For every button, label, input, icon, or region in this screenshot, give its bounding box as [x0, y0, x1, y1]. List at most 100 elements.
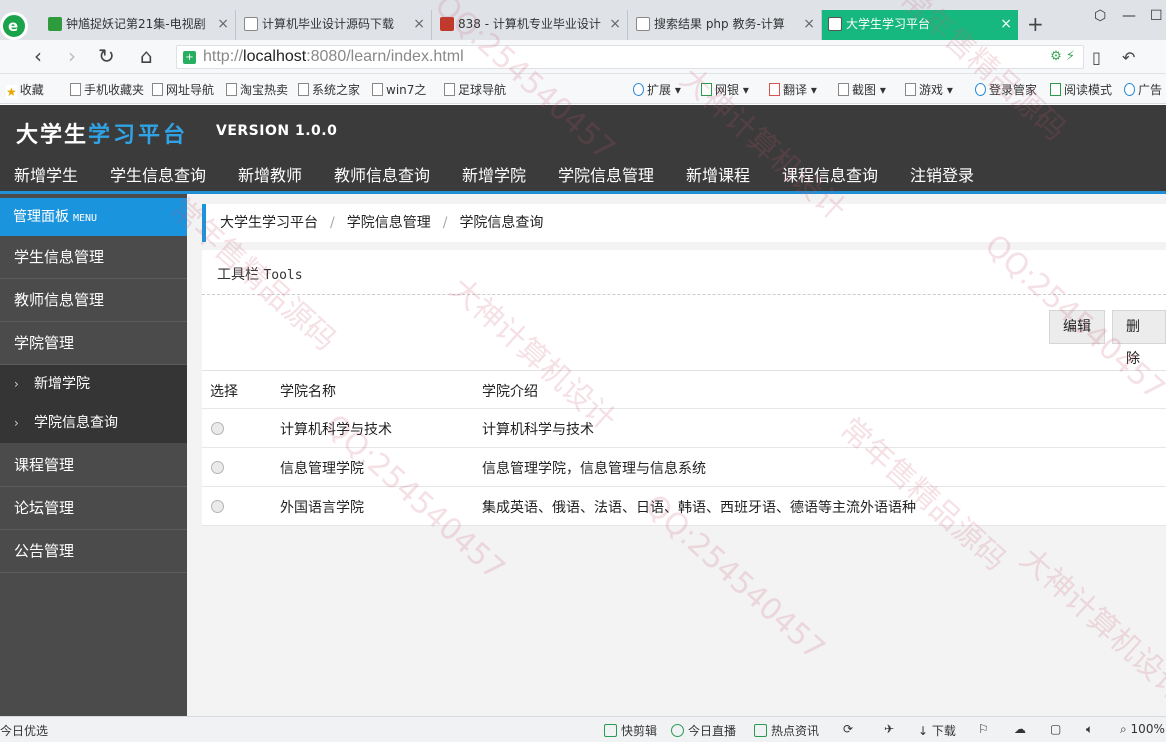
nav-add-teacher[interactable]: 新增教师	[238, 162, 302, 186]
status-cloud-icon[interactable]: ☁	[1014, 722, 1026, 736]
nav-student-query[interactable]: 学生信息查询	[110, 162, 206, 186]
breadcrumb-item[interactable]: 学院信息管理	[347, 215, 431, 231]
toolbar-adblock[interactable]: 广告	[1124, 81, 1162, 98]
tab-close-icon[interactable]: ×	[609, 10, 621, 38]
table-header-row: 选择 学院名称 学院介绍	[202, 370, 1166, 409]
address-bar-row: ‹ › ↻ ⌂ + http://localhost:8080/learn/in…	[0, 40, 1166, 74]
column-header: 学院介绍	[482, 384, 538, 400]
bookmark-item[interactable]: 系统之家	[298, 81, 360, 98]
toolbar-extension[interactable]: 扩展 ▾	[633, 81, 681, 98]
table-row[interactable]: 信息管理学院 信息管理学院，信息管理与信息系统	[202, 448, 1166, 487]
tab-close-icon[interactable]: ×	[413, 10, 425, 38]
toolbar-screenshot[interactable]: 截图 ▾	[838, 81, 886, 98]
column-header: 选择	[210, 384, 238, 400]
secure-icon: +	[183, 51, 196, 64]
tab-close-icon[interactable]: ×	[1000, 10, 1012, 38]
column-header: 学院名称	[280, 384, 336, 400]
undo-icon[interactable]: ↶	[1122, 48, 1135, 67]
back-icon[interactable]: ‹	[34, 46, 42, 66]
toolbar-reader-mode[interactable]: 阅读模式	[1050, 81, 1112, 98]
sidebar-subitem-add-college[interactable]: › 新增学院	[0, 365, 187, 404]
new-tab-button[interactable]: +	[1027, 12, 1044, 36]
bookmark-item[interactable]: ★ 收藏	[6, 81, 44, 99]
college-intro: 计算机科学与技术	[482, 422, 594, 438]
status-clean-icon[interactable]: ✈	[884, 722, 894, 736]
nav-teacher-query[interactable]: 教师信息查询	[334, 162, 430, 186]
scissors-icon	[838, 83, 849, 96]
browser-tab[interactable]: 钟馗捉妖记第21集-电视剧 ×	[42, 10, 236, 40]
refresh-icon[interactable]: ↻	[98, 46, 115, 66]
toolbar-translate[interactable]: 翻译 ▾	[769, 81, 817, 98]
browser-tab-active[interactable]: 大学生学习平台 ×	[822, 10, 1018, 40]
sidebar-subitem-college-query[interactable]: › 学院信息查询	[0, 404, 187, 443]
row-select-radio[interactable]	[211, 422, 224, 435]
nav-logout[interactable]: 注销登录	[910, 162, 974, 186]
college-name: 信息管理学院	[280, 461, 364, 477]
accelerate-icon[interactable]: ⚙ ⚡	[1050, 49, 1075, 64]
bookmark-item[interactable]: 网址导航	[152, 81, 214, 98]
status-zoom[interactable]: ⌕ 100%	[1120, 722, 1165, 737]
delete-button[interactable]: 删除	[1112, 310, 1166, 367]
status-live[interactable]: 今日直播	[671, 722, 736, 739]
status-news[interactable]: 热点资讯	[754, 722, 819, 739]
toolbar-login-manager[interactable]: 登录管家	[975, 81, 1037, 98]
nav-college-manage[interactable]: 学院信息管理	[558, 162, 654, 186]
skin-icon[interactable]: ⬡	[1094, 8, 1106, 24]
sidebar-item-course[interactable]: 课程管理	[0, 444, 187, 487]
sidebar-item-college[interactable]: 学院管理	[0, 322, 187, 365]
star-icon: ★	[6, 85, 17, 99]
sidebar-item-student[interactable]: 学生信息管理	[0, 236, 187, 279]
table-row[interactable]: 计算机科学与技术 计算机科学与技术	[202, 409, 1166, 448]
app-logo[interactable]: 大学生学习平台 VERSION 1.0.0	[16, 117, 337, 148]
tab-close-icon[interactable]: ×	[217, 10, 229, 38]
sidebar-header: 管理面板 MENU	[0, 198, 187, 236]
nav-course-query[interactable]: 课程信息查询	[782, 162, 878, 186]
sidebar-item-notice[interactable]: 公告管理	[0, 530, 187, 573]
tab-close-icon[interactable]: ×	[803, 10, 815, 38]
row-select-radio[interactable]	[211, 461, 224, 474]
browser-tab[interactable]: 搜索结果 php 教务-计算 ×	[630, 10, 822, 40]
nav-add-course[interactable]: 新增课程	[686, 162, 750, 186]
play-icon	[671, 724, 684, 737]
gamepad-icon	[905, 83, 916, 96]
browser-tab[interactable]: 838 - 计算机专业毕业设计 ×	[434, 10, 628, 40]
sidebar-item-forum[interactable]: 论坛管理	[0, 487, 187, 530]
status-quick-edit[interactable]: 快剪辑	[604, 722, 657, 739]
breadcrumb-item[interactable]: 大学生学习平台	[220, 215, 318, 231]
main-content: 大学生学习平台 / 学院信息管理 / 学院信息查询 工具栏 Tools 编辑 删除 选择…	[187, 194, 1166, 716]
status-daily-pick[interactable]: 今日优选	[0, 722, 48, 739]
key-icon	[975, 83, 986, 96]
browser-tab-bar: e 钟馗捉妖记第21集-电视剧 × 计算机毕业设计源码下载 × 838 - 计算…	[0, 0, 1166, 40]
status-refresh-icon[interactable]: ⟳	[843, 722, 853, 736]
page-icon	[226, 83, 237, 96]
grid-icon	[633, 83, 644, 96]
status-flag-icon[interactable]: ⚐	[978, 722, 989, 736]
url-input[interactable]: + http://localhost:8080/learn/index.html…	[176, 45, 1084, 69]
toolbar-games[interactable]: 游戏 ▾	[905, 81, 953, 98]
maximize-icon[interactable]: ☐	[1150, 8, 1163, 24]
minimize-icon[interactable]: —	[1122, 8, 1136, 24]
row-select-radio[interactable]	[211, 500, 224, 513]
sidebar-item-teacher[interactable]: 教师信息管理	[0, 279, 187, 322]
status-window-icon[interactable]: ▢	[1050, 722, 1061, 736]
bookmark-item[interactable]: 淘宝热卖	[226, 81, 288, 98]
phone-icon[interactable]: ▯	[1092, 48, 1101, 67]
browser-tab[interactable]: 计算机毕业设计源码下载 ×	[238, 10, 432, 40]
college-name: 外国语言学院	[280, 500, 364, 516]
news-icon	[754, 724, 767, 737]
home-icon[interactable]: ⌂	[140, 46, 153, 66]
tab-favicon-icon	[244, 17, 258, 31]
bookmark-item[interactable]: 手机收藏夹	[70, 81, 144, 98]
status-volume-icon[interactable]: 🔈︎	[1086, 722, 1093, 737]
toolbox-title: 工具栏 Tools	[217, 267, 303, 283]
nav-add-college[interactable]: 新增学院	[462, 162, 526, 186]
nav-add-student[interactable]: 新增学生	[14, 162, 78, 186]
edit-button[interactable]: 编辑	[1049, 310, 1105, 344]
bookmark-item[interactable]: win7之	[372, 81, 426, 98]
bank-icon	[701, 83, 712, 96]
forward-icon[interactable]: ›	[68, 46, 76, 66]
status-download[interactable]: ↓ 下载	[918, 722, 956, 739]
bookmark-item[interactable]: 足球导航	[444, 81, 506, 98]
table-row[interactable]: 外国语言学院 集成英语、俄语、法语、日语、韩语、西班牙语、德语等主流外语语种	[202, 487, 1166, 526]
toolbar-bank[interactable]: 网银 ▾	[701, 81, 749, 98]
